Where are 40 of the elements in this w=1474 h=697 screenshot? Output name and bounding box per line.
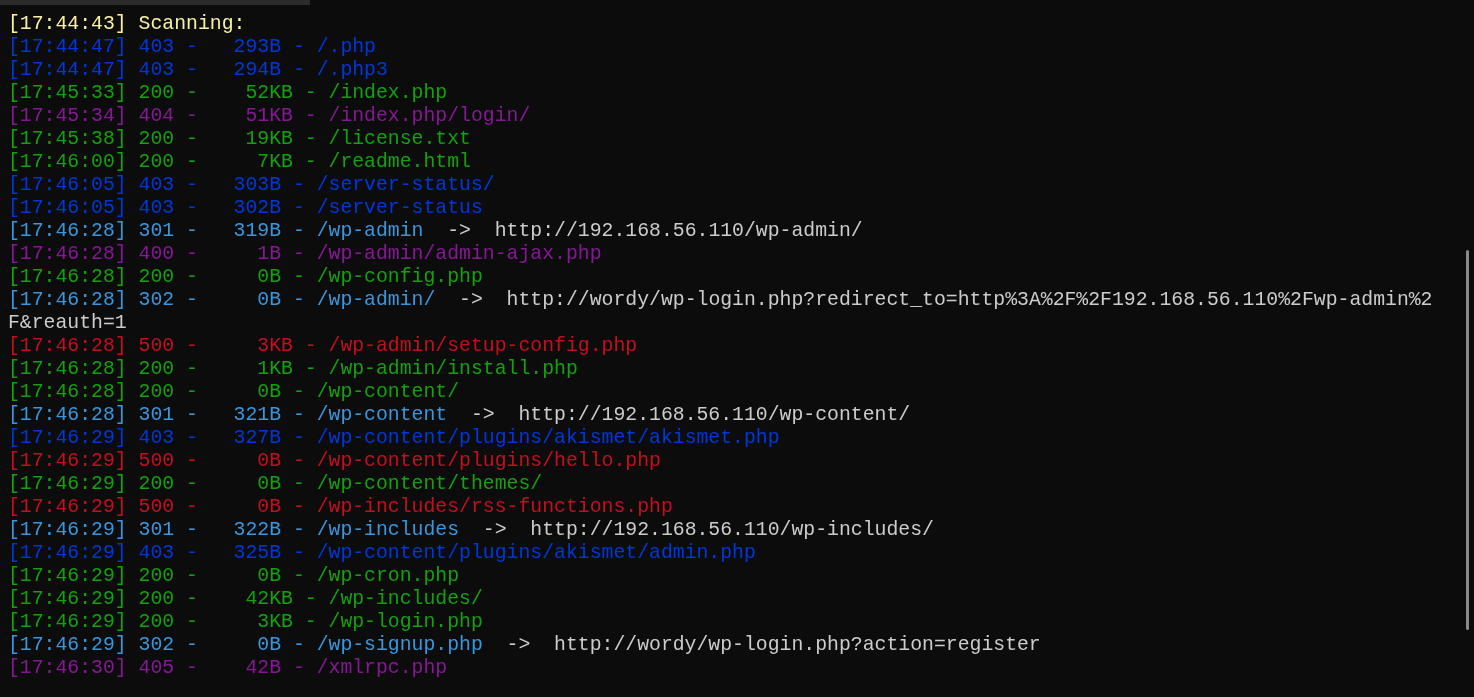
log-line: [17:46:29] 500 - 0B - /wp-content/plugins/hello.php [8,450,661,472]
log-line: [17:46:00] 200 - 7KB - /readme.html [8,151,471,173]
log-line: [17:45:33] 200 - 52KB - /index.php [8,82,448,104]
log-line: [17:46:28] 200 - 1KB - /wp-admin/install.php [8,358,578,380]
redirect-arrow: -> [459,289,483,311]
log-line: [17:46:28] 301 - 319B - /wp-admin [8,220,424,242]
log-line: [17:46:29] 403 - 327B - /wp-content/plugins/akismet/akismet.php [8,427,780,449]
log-line: [17:46:29] 302 - 0B - /wp-signup.php [8,634,483,656]
redirect-url: http://192.168.56.110/wp-includes/ [530,519,934,541]
redirect-url: http://wordy/wp-login.php?redirect_to=http%3A%2F%2F192.168.56.110%2Fwp-admin%2 [506,289,1433,311]
log-line: [17:46:28] 301 - 321B - /wp-content [8,404,448,426]
redirect-arrow: -> [447,220,471,242]
log-line: [17:46:05] 403 - 302B - /server-status [8,197,483,219]
log-line: [17:46:29] 200 - 42KB - /wp-includes/ [8,588,483,610]
log-line: [17:44:47] 403 - 294B - /.php3 [8,59,388,81]
log-line: [17:46:29] 200 - 3KB - /wp-login.php [8,611,483,633]
log-line: [17:44:47] 403 - 293B - /.php [8,36,376,58]
redirect-arrow: -> [482,519,507,541]
log-line: [17:46:28] 200 - 0B - /wp-content/ [8,381,460,403]
log-line: [17:46:29] 301 - 322B - /wp-includes [8,519,460,541]
log-line: [17:46:29] 403 - 325B - /wp-content/plugins/akismet/admin.php [8,542,756,564]
log-line: [17:46:29] 200 - 0B - /wp-content/themes/ [8,473,543,495]
log-line: [17:46:28] 200 - 0B - /wp-config.php [8,266,483,288]
log-line: [17:46:05] 403 - 303B - /server-status/ [8,174,495,196]
log-line: [17:46:28] 500 - 3KB - /wp-admin/setup-config.php [8,335,638,357]
log-line: [17:46:29] 200 - 0B - /wp-cron.php [8,565,460,587]
log-line: [17:46:29] 500 - 0B - /wp-includes/rss-functions.php [8,496,673,518]
log-line: [17:44:43] Scanning: [8,13,246,35]
log-line: [17:46:28] 302 - 0B - /wp-admin/ [8,289,436,311]
redirect-url: http://192.168.56.110/wp-content/ [518,404,911,426]
redirect-url: http://192.168.56.110/wp-admin/ [494,220,863,242]
log-line: [17:46:28] 400 - 1B - /wp-admin/admin-ajax.php [8,243,602,265]
redirect-url: http://wordy/wp-login.php?action=register [554,634,1041,656]
log-line: [17:45:34] 404 - 51KB - /index.php/login/ [8,105,531,127]
redirect-arrow: -> [470,404,495,426]
redirect-url: F&reauth=1 [8,312,127,334]
log-line: [17:45:38] 200 - 19KB - /license.txt [8,128,471,150]
log-line: [17:46:30] 405 - 42B - /xmlrpc.php [8,657,448,679]
scrollbar[interactable] [1466,250,1469,630]
redirect-arrow: -> [506,634,531,656]
